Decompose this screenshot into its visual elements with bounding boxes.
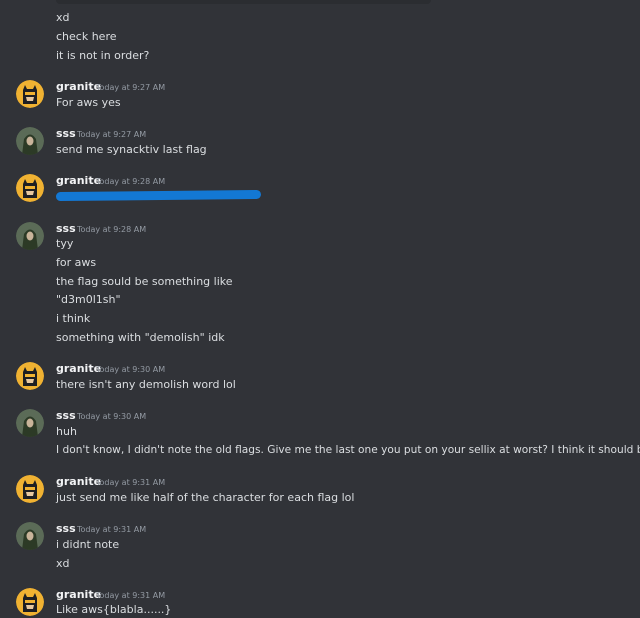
username[interactable]: sss xyxy=(56,127,76,141)
embed-edge xyxy=(56,0,431,4)
message-timestamp: Today at 9:31 AM xyxy=(96,591,166,600)
message-timestamp: Today at 9:28 AM xyxy=(96,177,166,186)
username[interactable]: granite xyxy=(56,475,101,489)
message-timestamp: Today at 9:27 AM xyxy=(77,130,147,139)
hooded-figure-avatar-icon[interactable] xyxy=(16,127,44,155)
message-line: For aws yes xyxy=(56,96,121,109)
hooded-figure-avatar-icon[interactable] xyxy=(16,409,44,437)
hooded-figure-avatar-icon[interactable] xyxy=(16,522,44,550)
message-line: for aws xyxy=(56,256,97,269)
message-line: xd xyxy=(56,11,70,24)
message-line: i didnt note xyxy=(56,538,120,551)
message-line: i think xyxy=(56,312,91,325)
message-timestamp: Today at 9:31 AM xyxy=(77,525,147,534)
message-timestamp: Today at 9:27 AM xyxy=(96,83,166,92)
message-timestamp: Today at 9:31 AM xyxy=(96,478,166,487)
batman-avatar-icon[interactable] xyxy=(16,475,44,503)
batman-avatar-icon[interactable] xyxy=(16,362,44,390)
message-line: huh xyxy=(56,425,77,438)
message-line: there isn't any demolish word lol xyxy=(56,378,236,391)
message-line: "d3m0l1sh" xyxy=(56,293,121,306)
hooded-figure-avatar-icon[interactable] xyxy=(16,222,44,250)
message-line: I don't know, I didn't note the old flag… xyxy=(56,444,640,456)
message-line: xd xyxy=(56,557,70,570)
username[interactable]: sss xyxy=(56,522,76,536)
message-line: just send me like half of the character … xyxy=(56,491,355,504)
username[interactable]: sss xyxy=(56,409,76,423)
message-timestamp: Today at 9:30 AM xyxy=(77,412,147,421)
message-timestamp: Today at 9:30 AM xyxy=(96,365,166,374)
username[interactable]: granite xyxy=(56,174,101,188)
chat-message-list: xd check here it is not in order? granit… xyxy=(0,0,640,618)
message-line: it is not in order? xyxy=(56,49,150,62)
username[interactable]: granite xyxy=(56,80,101,94)
batman-avatar-icon[interactable] xyxy=(16,174,44,202)
batman-avatar-icon[interactable] xyxy=(16,80,44,108)
message-line: the flag sould be something like xyxy=(56,275,233,288)
message-line: send me synacktiv last flag xyxy=(56,143,207,156)
message-timestamp: Today at 9:28 AM xyxy=(77,225,147,234)
batman-avatar-icon[interactable] xyxy=(16,588,44,616)
username[interactable]: sss xyxy=(56,222,76,236)
redaction-scribble xyxy=(55,189,262,202)
username[interactable]: granite xyxy=(56,588,101,602)
message-line: tyy xyxy=(56,237,74,250)
message-line: something with "demolish" idk xyxy=(56,331,225,344)
message-line: check here xyxy=(56,30,117,43)
username[interactable]: granite xyxy=(56,362,101,376)
message-line: Like aws{blabla......} xyxy=(56,603,172,616)
